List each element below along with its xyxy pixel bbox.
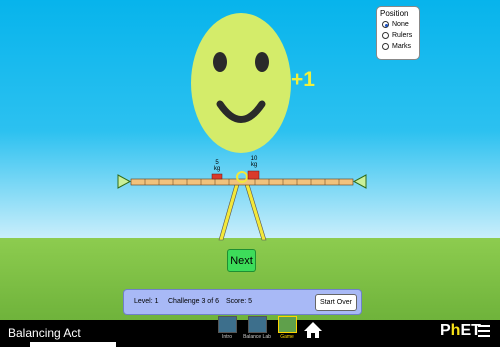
smiley-face-icon: [191, 13, 291, 153]
balance-lab-screen-icon: [247, 316, 267, 333]
screen-label: Balance Lab: [243, 334, 271, 340]
phet-logo[interactable]: PhET: [440, 322, 481, 340]
points-earned-text: +1: [291, 68, 315, 91]
screen-label: Game: [280, 334, 294, 340]
position-option-rulers[interactable]: Rulers: [382, 32, 412, 39]
position-option-label: Rulers: [392, 32, 413, 39]
radio-button-icon[interactable]: [382, 43, 389, 50]
sim-stage: 5 kg 10 kg +1 Position None Rulers Marks…: [0, 0, 500, 347]
screen-button-balance-lab[interactable]: Balance Lab: [242, 316, 272, 340]
next-button[interactable]: Next: [227, 249, 256, 272]
fulcrum: [218, 180, 267, 241]
navbar-strip: [30, 342, 116, 347]
mass-10kg-unit: kg: [250, 162, 258, 168]
position-panel: Position None Rulers Marks: [376, 6, 420, 60]
mass-10kg-label: 10 kg: [247, 156, 261, 168]
level-indicator-right-icon: [352, 174, 367, 189]
radio-button-icon[interactable]: [382, 21, 389, 28]
level-indicator-left-icon: [117, 174, 132, 189]
mass-5kg-label: 5 kg: [211, 160, 223, 172]
screen-button-game[interactable]: Game: [272, 316, 302, 340]
mass-10kg-block[interactable]: [247, 170, 260, 180]
position-panel-title: Position: [380, 9, 409, 18]
mass-5kg-block[interactable]: [211, 173, 223, 180]
phet-logo-p: P: [440, 322, 451, 339]
menu-icon[interactable]: [478, 325, 490, 340]
start-over-button[interactable]: Start Over: [315, 294, 357, 311]
game-status-bar: Level: 1 Challenge 3 of 6 Score: 5 Start…: [123, 289, 362, 315]
challenge-text: Challenge 3 of 6: [168, 298, 219, 305]
score-text: Score: 5: [226, 298, 253, 305]
position-option-none[interactable]: None: [382, 21, 409, 28]
position-option-label: Marks: [392, 43, 412, 50]
sim-title: Balancing Act: [8, 326, 81, 340]
phet-logo-h: h: [450, 322, 461, 339]
game-screen-icon: [277, 316, 297, 333]
screen-button-intro[interactable]: Intro: [212, 316, 242, 340]
intro-screen-icon: [217, 316, 237, 333]
radio-button-icon[interactable]: [382, 32, 389, 39]
home-icon[interactable]: [303, 320, 323, 340]
position-option-marks[interactable]: Marks: [382, 43, 411, 50]
mass-5kg-unit: kg: [213, 166, 221, 172]
position-option-label: None: [392, 21, 409, 28]
level-text: Level: 1: [134, 298, 159, 305]
screen-label: Intro: [221, 334, 232, 340]
